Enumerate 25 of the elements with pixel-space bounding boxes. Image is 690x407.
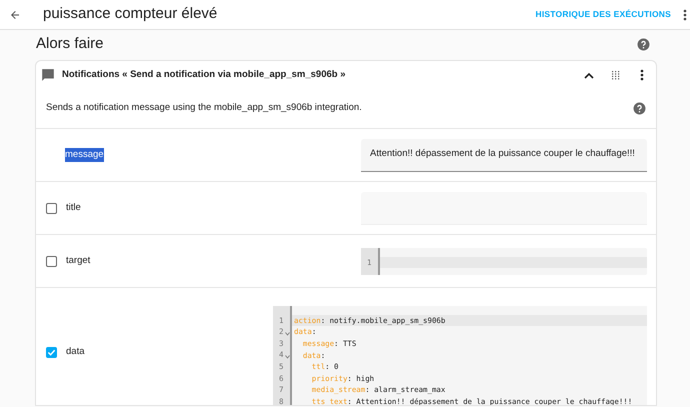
help-icon[interactable] <box>637 38 650 50</box>
collapse-icon[interactable] <box>584 72 594 78</box>
checkbox[interactable] <box>46 256 57 266</box>
section-title: Alors faire <box>36 34 104 54</box>
more-icon[interactable] <box>640 69 644 81</box>
fold-icon[interactable] <box>284 355 290 360</box>
field-label: message <box>65 148 104 162</box>
text-field[interactable]: Attention!! dépassement de la puissance couper le chauffage!!! <box>361 138 647 172</box>
card-title: Notifications « Send a notification via mobile_app_sm_s906b » <box>62 68 346 82</box>
checkbox[interactable] <box>46 347 57 358</box>
fold-icon[interactable] <box>284 332 290 336</box>
back-icon[interactable] <box>9 8 21 20</box>
checkbox[interactable] <box>46 202 57 214</box>
run-history-link[interactable]: HISTORIQUE DES EXÉCUTIONS <box>535 8 671 21</box>
message-icon <box>41 68 55 82</box>
field-label: title <box>66 200 81 215</box>
description-text: Sends a notification message using the mobile_app_sm_s906b integration. <box>46 101 362 116</box>
field-label: data <box>66 345 84 360</box>
field-label: target <box>66 254 90 268</box>
page-title: puissance compteur élevé <box>43 4 218 24</box>
more-icon[interactable] <box>683 8 687 20</box>
drag-handle-icon[interactable] <box>612 70 620 80</box>
help-icon[interactable] <box>633 102 646 115</box>
code-editor[interactable] <box>273 306 647 405</box>
field-value: Attention!! dépassement de la puissance couper le chauffage!!! <box>370 147 635 162</box>
